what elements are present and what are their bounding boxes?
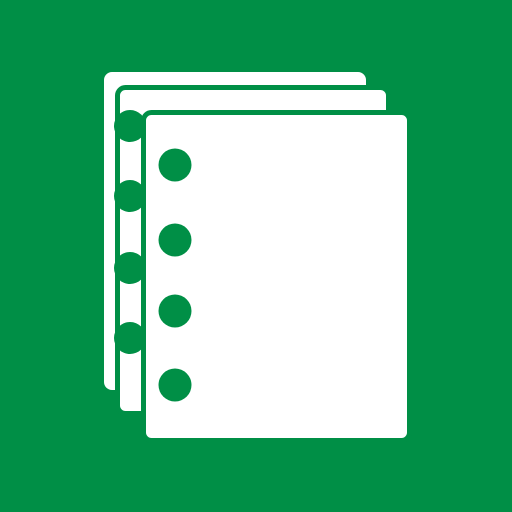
- notebook-page-front: [141, 110, 412, 443]
- notebooks-stack-icon: [0, 0, 512, 512]
- binder-hole-4: [158, 368, 192, 402]
- notebooks-stack-glyph: [104, 72, 412, 443]
- app-tile[interactable]: [0, 0, 512, 512]
- binder-hole-2: [158, 223, 192, 257]
- binder-hole-3: [158, 294, 192, 328]
- binder-hole-1: [158, 148, 192, 182]
